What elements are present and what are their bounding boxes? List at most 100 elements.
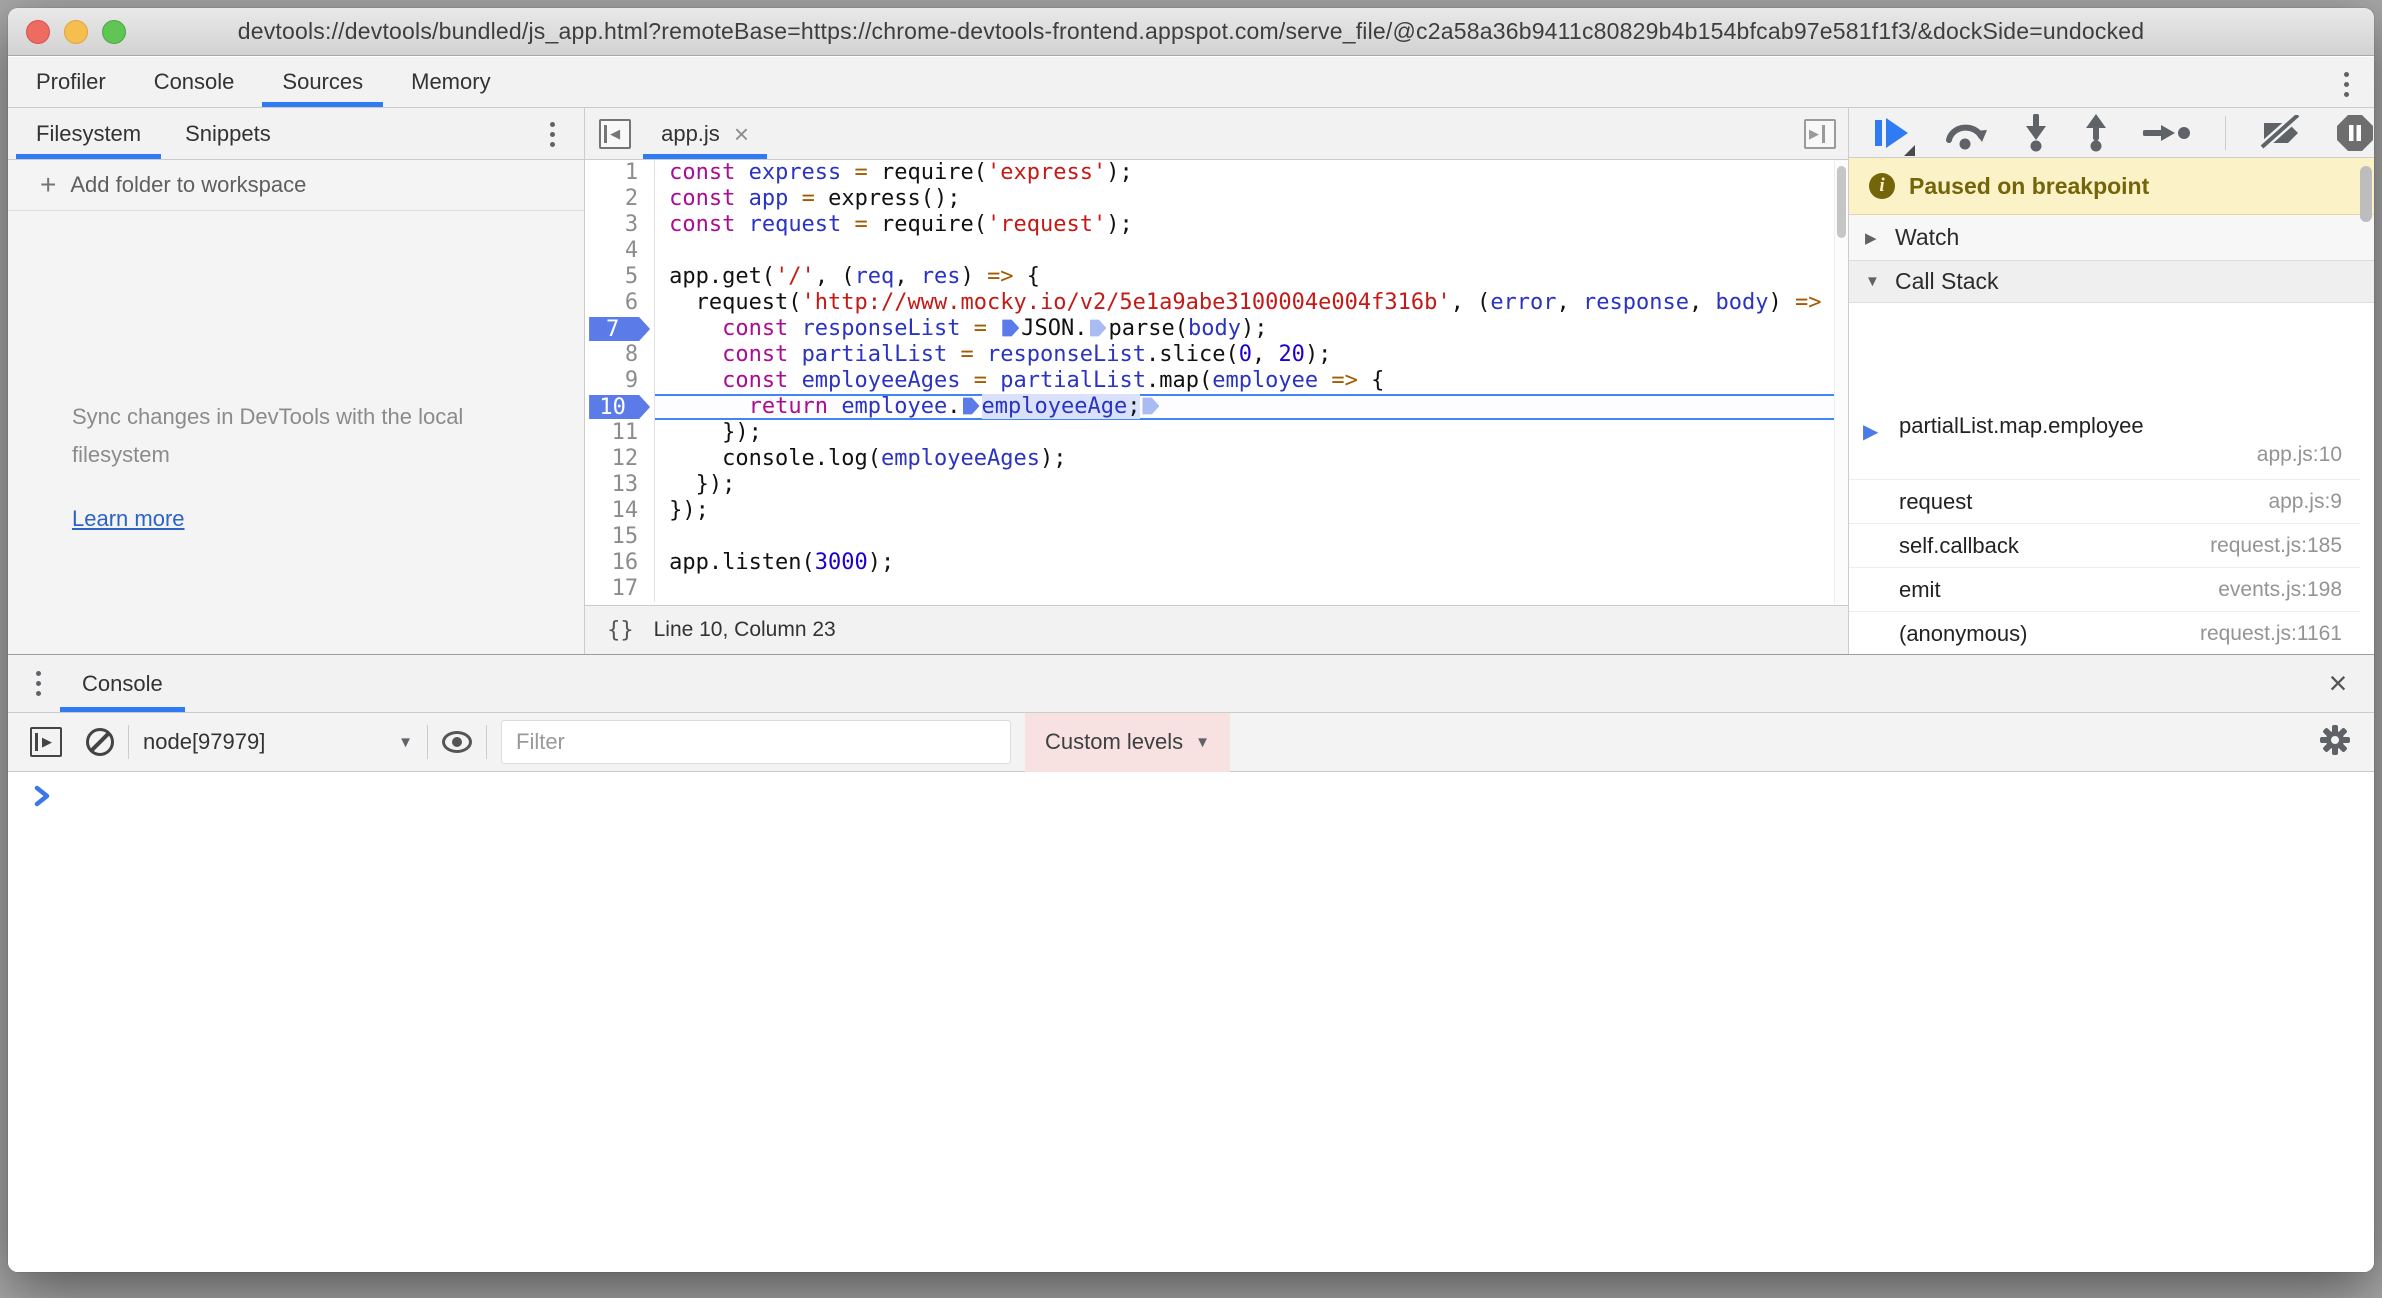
live-expression-eye-icon[interactable]: [442, 731, 472, 753]
devtools-window: devtools://devtools/bundled/js_app.html?…: [8, 8, 2374, 1272]
breakpoint-marker[interactable]: 10: [585, 394, 655, 420]
tab-filesystem[interactable]: Filesystem: [14, 108, 163, 159]
add-folder-to-workspace-button[interactable]: + Add folder to workspace: [8, 160, 584, 211]
close-file-icon[interactable]: ×: [734, 121, 749, 147]
resume-script-button[interactable]: [1875, 118, 1909, 148]
code-line-1[interactable]: 1const express = require('express');: [585, 160, 1848, 186]
call-stack-frame[interactable]: requestapp.js:9: [1849, 480, 2360, 524]
chevron-right-icon: ▶: [1865, 229, 1895, 247]
line-number[interactable]: 1: [585, 160, 655, 186]
console-prompt-chevron-icon: [34, 785, 50, 807]
code-line-12[interactable]: 12 console.log(employeeAges);: [585, 446, 1848, 472]
code-line-17[interactable]: 17: [585, 576, 1848, 602]
code-editor[interactable]: 1const express = require('express');2con…: [585, 160, 1848, 605]
debugger-panel: i Paused on breakpoint ▶ Watch ▼ Call St…: [1848, 108, 2374, 654]
pretty-print-icon[interactable]: {}: [607, 618, 634, 643]
code-line-2[interactable]: 2const app = express();: [585, 186, 1848, 212]
code-line-15[interactable]: 15: [585, 524, 1848, 550]
call-stack-frame[interactable]: ▶partialList.map.employeeapp.js:10: [1849, 403, 2360, 480]
step-out-button[interactable]: [2083, 114, 2109, 152]
navigator-tab-bar: Filesystem Snippets: [8, 108, 584, 160]
main-menu-kebab-icon[interactable]: [2326, 64, 2366, 104]
tab-drawer-console[interactable]: Console: [58, 655, 187, 712]
tab-snippets[interactable]: Snippets: [163, 108, 293, 159]
console-filter-input[interactable]: [501, 720, 1011, 764]
navigator-kebab-icon[interactable]: [532, 114, 572, 154]
editor-pane: ◀ app.js × ▶ 1const express = require('e…: [584, 108, 1848, 654]
close-drawer-icon[interactable]: ×: [2316, 655, 2360, 712]
watch-section-header[interactable]: ▶ Watch: [1849, 215, 2374, 261]
continue-to-here-marker-icon[interactable]: [963, 396, 980, 416]
line-number[interactable]: 9: [585, 368, 655, 394]
line-number[interactable]: 15: [585, 524, 655, 550]
code-line-16[interactable]: 16app.listen(3000);: [585, 550, 1848, 576]
console-output[interactable]: [8, 774, 2374, 1272]
step-button[interactable]: [2143, 122, 2191, 144]
code-line-14[interactable]: 14});: [585, 498, 1848, 524]
drawer-kebab-icon[interactable]: [18, 655, 58, 712]
learn-more-link[interactable]: Learn more: [72, 506, 185, 532]
call-stack-frame[interactable]: self.callbackrequest.js:185: [1849, 524, 2360, 568]
code-line-8[interactable]: 8 const partialList = responseList.slice…: [585, 342, 1848, 368]
code-text: app.get('/', (req, res) => {: [655, 264, 1848, 290]
line-number[interactable]: 3: [585, 212, 655, 238]
show-debugger-icon[interactable]: ▶: [1804, 119, 1836, 149]
breakpoint-marker[interactable]: 7: [585, 316, 655, 342]
code-line-5[interactable]: 5app.get('/', (req, res) => {: [585, 264, 1848, 290]
code-line-4[interactable]: 4: [585, 238, 1848, 264]
editor-status-bar: {} Line 10, Column 23: [585, 605, 1848, 654]
console-settings-gear-icon[interactable]: [2318, 723, 2352, 762]
code-text: [655, 524, 1848, 550]
editor-scrollbar[interactable]: [1834, 160, 1848, 605]
step-over-button[interactable]: [1943, 116, 1989, 150]
call-stack-frame[interactable]: emitevents.js:198: [1849, 568, 2360, 612]
deactivate-breakpoints-button[interactable]: [2260, 115, 2302, 151]
execution-context-selector[interactable]: node[97979] ▼: [143, 729, 413, 755]
tab-profiler[interactable]: Profiler: [12, 57, 130, 107]
sync-message: Sync changes in DevTools with the local …: [72, 398, 532, 474]
code-line-11[interactable]: 11 });: [585, 420, 1848, 446]
tab-memory[interactable]: Memory: [387, 57, 514, 107]
hide-navigator-icon[interactable]: ◀: [599, 119, 631, 149]
line-number[interactable]: 5: [585, 264, 655, 290]
line-number[interactable]: 17: [585, 576, 655, 602]
clear-console-icon[interactable]: [86, 728, 114, 756]
drawer-tab-bar: Console ×: [8, 655, 2374, 713]
console-prompt[interactable]: [8, 774, 2374, 818]
debugger-toolbar: [1849, 108, 2374, 158]
code-line-10[interactable]: 10 return employee.employeeAge;: [585, 394, 1848, 420]
call-stack-list: ▶partialList.map.employeeapp.js:10reques…: [1849, 403, 2360, 654]
line-number[interactable]: 16: [585, 550, 655, 576]
continue-to-here-marker-icon[interactable]: [1090, 318, 1107, 338]
code-line-6[interactable]: 6 request('http://www.mocky.io/v2/5e1a9a…: [585, 290, 1848, 316]
call-stack-section-header[interactable]: ▼ Call Stack: [1849, 261, 2374, 303]
console-drawer: Console × ▶ node[97979] ▼ Custom levels …: [8, 654, 2374, 1272]
console-levels-dropdown[interactable]: Custom levels ▼: [1025, 713, 1230, 772]
line-number[interactable]: 11: [585, 420, 655, 446]
tab-console[interactable]: Console: [130, 57, 259, 107]
call-stack-frame[interactable]: (anonymous)request.js:1161: [1849, 612, 2360, 654]
line-number[interactable]: 8: [585, 342, 655, 368]
line-number[interactable]: 2: [585, 186, 655, 212]
continue-to-here-marker-icon[interactable]: [1002, 318, 1019, 338]
line-number[interactable]: 13: [585, 472, 655, 498]
code-line-13[interactable]: 13 });: [585, 472, 1848, 498]
continue-to-here-marker-icon[interactable]: [1142, 396, 1159, 416]
plus-icon: +: [40, 169, 56, 201]
line-number[interactable]: 14: [585, 498, 655, 524]
tab-sources[interactable]: Sources: [258, 57, 387, 107]
line-number[interactable]: 4: [585, 238, 655, 264]
editor-scrollbar-thumb[interactable]: [1837, 166, 1846, 238]
current-frame-arrow-icon: ▶: [1863, 419, 1878, 444]
line-number[interactable]: 6: [585, 290, 655, 316]
code-line-3[interactable]: 3const request = require('request');: [585, 212, 1848, 238]
code-line-7[interactable]: 7 const responseList = JSON.parse(body);: [585, 316, 1848, 342]
show-console-sidebar-icon[interactable]: ▶: [30, 727, 62, 757]
file-tab-appjs[interactable]: app.js ×: [643, 108, 767, 159]
code-line-9[interactable]: 9 const employeeAges = partialList.map(e…: [585, 368, 1848, 394]
step-into-button[interactable]: [2023, 114, 2049, 152]
pause-on-exceptions-button[interactable]: [2336, 114, 2374, 152]
debugger-scrollbar-thumb[interactable]: [2360, 166, 2372, 222]
chevron-down-icon: ▼: [1865, 273, 1895, 290]
line-number[interactable]: 12: [585, 446, 655, 472]
